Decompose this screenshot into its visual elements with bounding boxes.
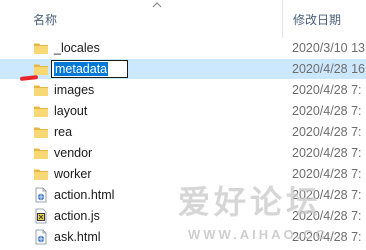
column-name-header[interactable]: 名称 [33,11,57,28]
list-item[interactable]: layout 2020/4/28 7: [0,101,366,121]
list-item[interactable]: rea 2020/4/28 7: [0,122,366,142]
list-item[interactable]: vendor 2020/4/28 7: [0,143,366,163]
modified-date: 2020/4/28 7: [292,188,362,202]
file-name: rea [54,125,73,139]
modified-date: 2020/4/28 7: [292,125,362,139]
file-name: ask.html [54,230,101,244]
modified-date: 2020/4/28 7: [292,230,362,244]
modified-date: 2020/4/28 7: [292,104,362,118]
list-item[interactable]: ask.html 2020/4/28 7: [0,227,366,247]
rename-selected-text: metadata [54,62,109,76]
js-file-icon [33,208,49,224]
html-file-icon [33,229,49,245]
list-item[interactable]: images 2020/4/28 7: [0,80,366,100]
folder-icon [33,82,49,98]
folder-icon [33,145,49,161]
column-header: 名称 修改日期 [0,0,366,38]
modified-date: 2020/4/28 16 [292,62,365,76]
folder-icon [33,103,49,119]
list-item[interactable]: action.js 2020/4/28 7: [0,206,366,226]
file-name: images [54,83,95,97]
column-divider[interactable] [282,0,283,38]
column-date-header[interactable]: 修改日期 [293,11,341,28]
folder-icon [33,40,49,56]
list-item[interactable]: worker 2020/4/28 7: [0,164,366,184]
folder-icon [33,124,49,140]
modified-date: 2020/4/28 7: [292,83,362,97]
file-name: action.js [54,209,100,223]
folder-icon [33,166,49,182]
file-name: worker [54,167,92,181]
list-item[interactable]: metadata 2020/4/28 16 [0,59,366,81]
html-file-icon [33,187,49,203]
list-item[interactable]: action.html 2020/4/28 7: [0,185,366,205]
modified-date: 2020/3/10 13 [292,41,365,55]
modified-date: 2020/4/28 7: [292,209,362,223]
file-name: action.html [54,188,115,202]
sort-ascending-icon [152,2,162,8]
modified-date: 2020/4/28 7: [292,167,362,181]
modified-date: 2020/4/28 7: [292,146,362,160]
rename-input[interactable]: metadata [51,60,128,78]
file-name: vendor [54,146,93,160]
file-name: _locales [54,41,100,55]
file-name: layout [54,104,88,118]
list-item[interactable]: _locales 2020/3/10 13 [0,38,366,58]
